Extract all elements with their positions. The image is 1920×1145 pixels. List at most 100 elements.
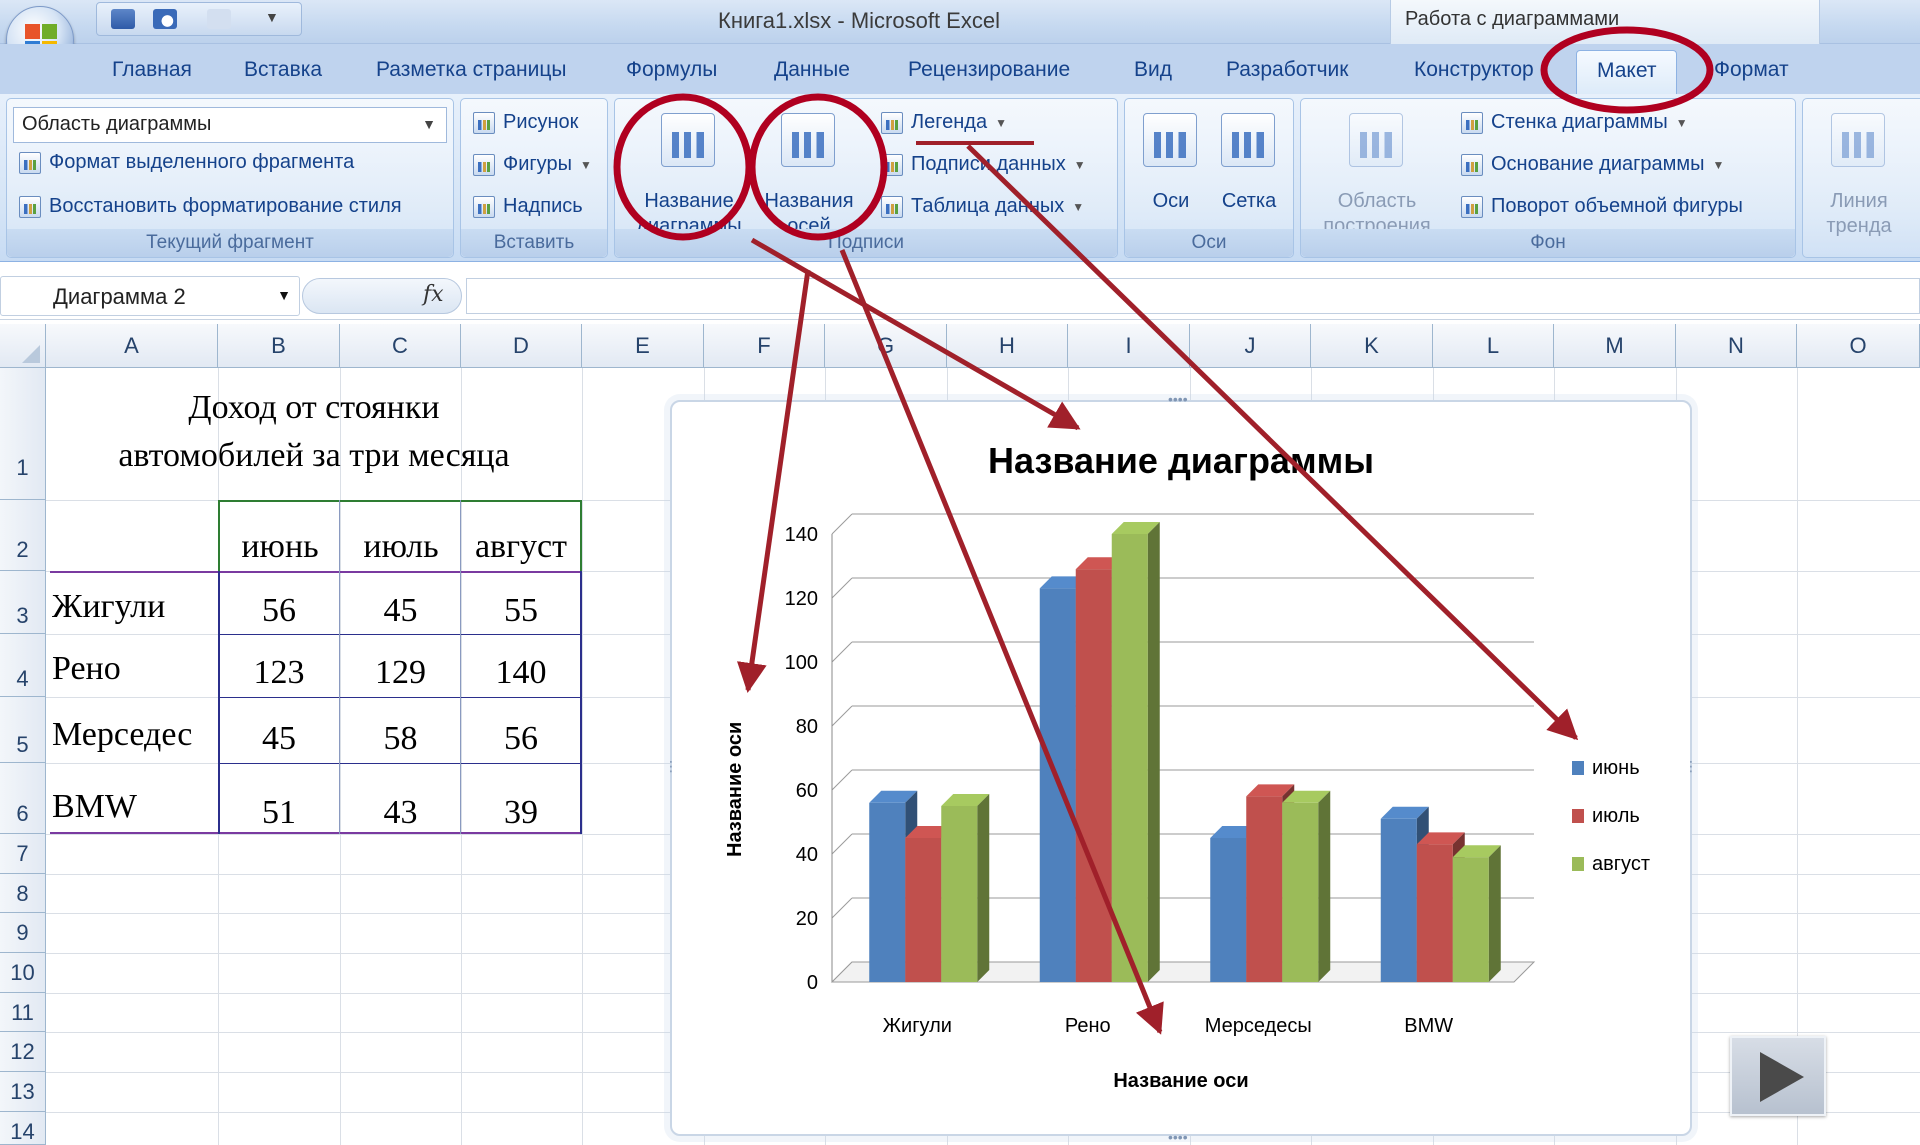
insert-textbox-button[interactable]: Надпись bbox=[473, 195, 583, 218]
chart-floor-button[interactable]: Основание диаграммы ▼ bbox=[1461, 153, 1724, 176]
column-header-i[interactable]: I bbox=[1068, 324, 1190, 368]
row-header-13[interactable]: 13 bbox=[0, 1072, 46, 1112]
undo-icon[interactable] bbox=[153, 9, 177, 29]
cell-value[interactable]: 58 bbox=[341, 720, 460, 758]
cell-value[interactable]: 129 bbox=[341, 654, 460, 692]
tab-insert[interactable]: Вставка bbox=[244, 58, 322, 82]
cell-value[interactable]: 51 bbox=[220, 794, 338, 832]
cell-value[interactable]: 45 bbox=[220, 720, 338, 758]
row-name[interactable]: Рено bbox=[52, 650, 121, 688]
gridlines-button[interactable]: Сетка bbox=[1211, 107, 1287, 227]
row-header-8[interactable]: 8 bbox=[0, 874, 46, 913]
plot-area[interactable]: 0 20 40 60 80 100 120 140 Жигули Рено Мерседесы BMW bbox=[672, 402, 1694, 1138]
tab-formulas[interactable]: Формулы bbox=[626, 58, 717, 82]
column-header-o[interactable]: O bbox=[1797, 324, 1920, 368]
axis-titles-button[interactable]: Названия осей bbox=[749, 107, 869, 237]
select-all-button[interactable] bbox=[0, 324, 46, 368]
cell-value[interactable]: 56 bbox=[220, 592, 338, 630]
redo-icon[interactable] bbox=[207, 9, 231, 29]
name-box[interactable]: Диаграмма 2 ▼ bbox=[0, 276, 300, 316]
cell-value[interactable]: 45 bbox=[341, 592, 460, 630]
chart-area[interactable]: •••• •••• ⋮ ⋮ Название диаграммы Названи… bbox=[664, 391, 1698, 1145]
header-july[interactable]: июль bbox=[342, 528, 460, 566]
row-header-11[interactable]: 11 bbox=[0, 993, 46, 1032]
column-header-g[interactable]: G bbox=[825, 324, 947, 368]
column-header-d[interactable]: D bbox=[461, 324, 582, 368]
tab-home[interactable]: Главная bbox=[112, 58, 192, 82]
chevron-down-icon: ▼ bbox=[1072, 199, 1085, 214]
tab-page-layout[interactable]: Разметка страницы bbox=[376, 58, 567, 82]
row-header-4[interactable]: 4 bbox=[0, 634, 46, 697]
cell-value[interactable]: 140 bbox=[462, 654, 580, 692]
chart-title-button[interactable]: Название диаграммы bbox=[629, 107, 749, 237]
tab-data[interactable]: Данные bbox=[774, 58, 850, 82]
insert-picture-button[interactable]: Рисунок bbox=[473, 111, 578, 134]
shapes-icon bbox=[473, 153, 495, 176]
row-header-6[interactable]: 6 bbox=[0, 763, 46, 834]
reset-style-button[interactable]: Восстановить форматирование стиля bbox=[19, 195, 402, 218]
column-header-a[interactable]: A bbox=[46, 324, 218, 368]
column-header-j[interactable]: J bbox=[1190, 324, 1311, 368]
row-header-5[interactable]: 5 bbox=[0, 697, 46, 763]
row-header-7[interactable]: 7 bbox=[0, 834, 46, 874]
table-border bbox=[218, 500, 220, 571]
column-header-c[interactable]: C bbox=[340, 324, 461, 368]
legend-label: июнь bbox=[1592, 756, 1640, 779]
data-labels-button[interactable]: Подписи данных ▼ bbox=[881, 153, 1086, 176]
tab-developer[interactable]: Разработчик bbox=[1226, 58, 1348, 82]
column-header-m[interactable]: M bbox=[1554, 324, 1676, 368]
row-header-2[interactable]: 2 bbox=[0, 500, 46, 571]
row-header-10[interactable]: 10 bbox=[0, 953, 46, 993]
save-icon[interactable] bbox=[111, 9, 135, 29]
cell-value[interactable]: 123 bbox=[220, 654, 338, 692]
y-tick-label: 80 bbox=[796, 716, 818, 738]
trendline-button[interactable]: Линия тренда bbox=[1807, 107, 1911, 237]
header-june[interactable]: июнь bbox=[222, 528, 338, 566]
format-selection-button[interactable]: Формат выделенного фрагмента bbox=[19, 151, 354, 174]
cell-value[interactable]: 55 bbox=[462, 592, 580, 630]
header-august[interactable]: август bbox=[462, 528, 580, 566]
tab-format[interactable]: Формат bbox=[1714, 58, 1789, 82]
insert-function-icon[interactable]: fx bbox=[423, 282, 444, 307]
tab-view[interactable]: Вид bbox=[1134, 58, 1172, 82]
column-header-f[interactable]: F bbox=[704, 324, 825, 368]
chevron-down-icon: ▼ bbox=[579, 157, 592, 172]
chart-elements-dropdown[interactable]: Область диаграммы ▼ bbox=[13, 107, 447, 143]
column-header-h[interactable]: H bbox=[947, 324, 1068, 368]
chart-wall-button[interactable]: Стенка диаграммы ▼ bbox=[1461, 111, 1688, 134]
row-header-3[interactable]: 3 bbox=[0, 571, 46, 634]
tab-design[interactable]: Конструктор bbox=[1414, 58, 1534, 82]
cell-value[interactable]: 56 bbox=[462, 720, 580, 758]
rotation-3d-button[interactable]: Поворот объемной фигуры bbox=[1461, 195, 1743, 218]
column-header-l[interactable]: L bbox=[1433, 324, 1554, 368]
chart-legend[interactable]: июнь июль август bbox=[1572, 744, 1650, 888]
play-next-button[interactable] bbox=[1730, 1036, 1826, 1116]
formula-input[interactable] bbox=[466, 278, 1920, 314]
bar-side bbox=[977, 794, 990, 982]
row-header-9[interactable]: 9 bbox=[0, 913, 46, 953]
customize-qat-icon[interactable]: ▼ bbox=[265, 9, 289, 29]
column-header-k[interactable]: K bbox=[1311, 324, 1433, 368]
row-name[interactable]: BMW bbox=[52, 788, 137, 826]
legend-button[interactable]: Легенда ▼ bbox=[881, 111, 1007, 134]
row-header-1[interactable]: 1 bbox=[0, 368, 46, 500]
plot-area-button[interactable]: Область построения bbox=[1307, 107, 1447, 237]
row-header-14[interactable]: 14 bbox=[0, 1112, 46, 1145]
row-name[interactable]: Жигули bbox=[52, 588, 165, 626]
tab-review[interactable]: Рецензирование bbox=[908, 58, 1070, 82]
ribbon: Область диаграммы ▼ Формат выделенного ф… bbox=[0, 94, 1920, 262]
data-table-button[interactable]: Таблица данных ▼ bbox=[881, 195, 1084, 218]
column-header-n[interactable]: N bbox=[1676, 324, 1797, 368]
cell-value[interactable]: 39 bbox=[462, 794, 580, 832]
axes-button[interactable]: Оси bbox=[1133, 107, 1209, 227]
tab-layout[interactable]: Макет bbox=[1576, 50, 1678, 94]
group-labels: Название диаграммы Названия осей Легенда… bbox=[614, 98, 1118, 258]
row-header-12[interactable]: 12 bbox=[0, 1032, 46, 1072]
column-header-e[interactable]: E bbox=[582, 324, 704, 368]
insert-shapes-button[interactable]: Фигуры ▼ bbox=[473, 153, 592, 176]
column-header-b[interactable]: B bbox=[218, 324, 340, 368]
cell-value[interactable]: 43 bbox=[341, 794, 460, 832]
row-name[interactable]: Мерседес bbox=[52, 716, 192, 754]
column-headers: A B C D E F G H I J K L M N O bbox=[0, 324, 1920, 368]
legend-label: Легенда bbox=[911, 111, 988, 133]
